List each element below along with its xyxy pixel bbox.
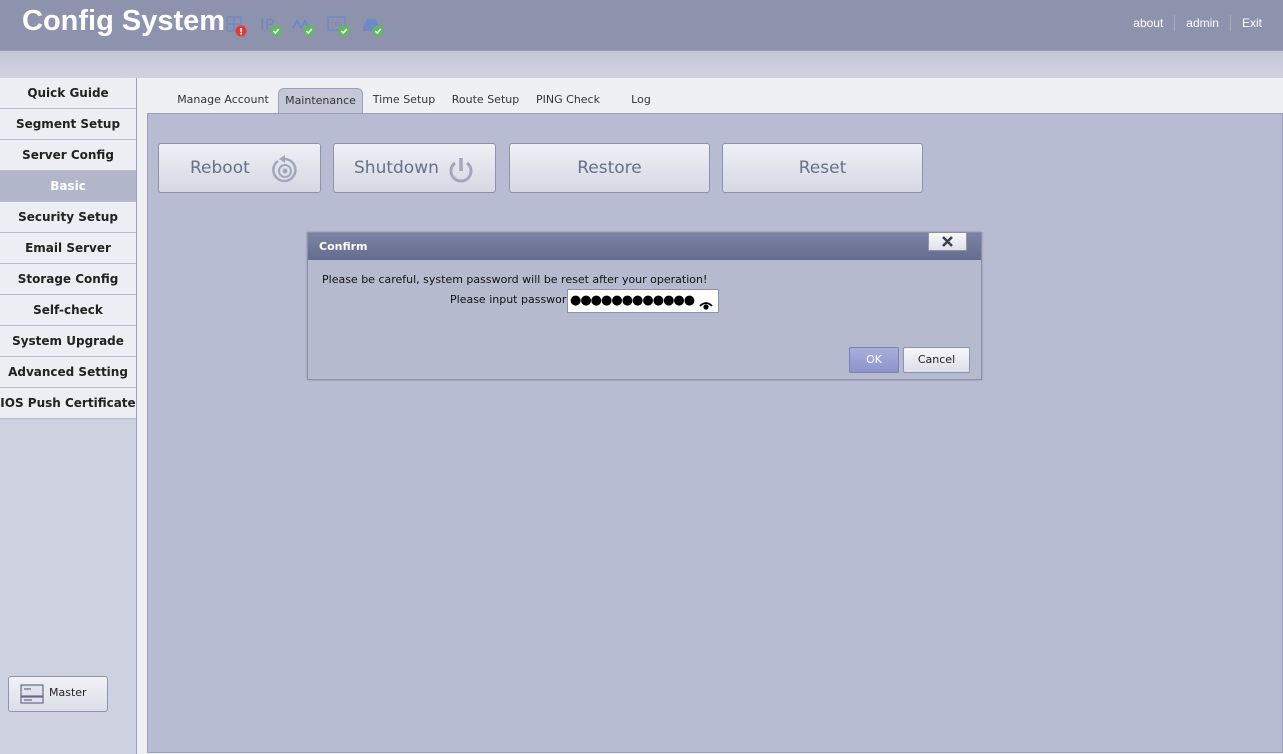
- dialog-close-button[interactable]: [928, 233, 967, 251]
- tab-route-setup[interactable]: Route Setup: [449, 88, 522, 112]
- power-icon: [446, 155, 476, 189]
- header-links: about admin Exit: [1122, 14, 1273, 32]
- master-button[interactable]: Master: [8, 676, 108, 712]
- maintenance-panel: Reboot Shutdown Restore Reset: [147, 113, 1283, 753]
- network-icon[interactable]: !: [224, 14, 250, 40]
- ok-button[interactable]: OK: [849, 347, 899, 373]
- close-icon: [942, 236, 953, 247]
- password-value: ●●●●●●●●●●●●: [570, 293, 695, 308]
- app-title: Config System: [22, 5, 226, 37]
- reboot-label: Reboot: [190, 158, 250, 178]
- sidebar: Quick Guide Segment Setup Server Config …: [0, 78, 137, 754]
- server-icon: [20, 684, 44, 708]
- sidebar-item-system-upgrade[interactable]: System Upgrade: [0, 326, 136, 357]
- about-link[interactable]: about: [1122, 16, 1174, 30]
- dialog-title: Confirm: [319, 240, 368, 253]
- reboot-icon: [270, 155, 300, 189]
- svg-text:!: !: [239, 28, 243, 38]
- wave-icon[interactable]: [292, 14, 318, 40]
- top-header: Config System ! IP CPU about admin Exit: [0, 0, 1283, 50]
- exit-link[interactable]: Exit: [1231, 16, 1273, 30]
- restore-button[interactable]: Restore: [509, 143, 710, 193]
- dialog-message: Please be careful, system password will …: [322, 273, 708, 286]
- sidebar-item-storage-config[interactable]: Storage Config: [0, 264, 136, 295]
- ip-icon[interactable]: IP: [259, 14, 285, 40]
- reboot-button[interactable]: Reboot: [158, 143, 321, 193]
- sidebar-item-email-server[interactable]: Email Server: [0, 233, 136, 264]
- tab-manage-account[interactable]: Manage Account: [174, 88, 272, 112]
- eye-icon[interactable]: [699, 296, 713, 315]
- dialog-title-bar: Confirm: [308, 233, 981, 260]
- tab-log[interactable]: Log: [626, 88, 656, 112]
- tab-maintenance[interactable]: Maintenance: [278, 88, 363, 113]
- restore-label: Restore: [577, 158, 642, 178]
- sidebar-item-quick-guide[interactable]: Quick Guide: [0, 78, 136, 109]
- shutdown-button[interactable]: Shutdown: [333, 143, 496, 193]
- password-label: Please input password:: [450, 293, 577, 306]
- sidebar-item-security-setup[interactable]: Security Setup: [0, 202, 136, 233]
- password-input[interactable]: ●●●●●●●●●●●●: [567, 289, 719, 313]
- sidebar-item-basic[interactable]: Basic: [0, 171, 136, 202]
- shutdown-label: Shutdown: [354, 158, 439, 178]
- sidebar-item-segment-setup[interactable]: Segment Setup: [0, 109, 136, 140]
- master-label: Master: [49, 686, 87, 699]
- sidebar-item-advanced-setting[interactable]: Advanced Setting: [0, 357, 136, 388]
- storage-icon[interactable]: [361, 14, 387, 40]
- tab-ping-check[interactable]: PING Check: [532, 88, 604, 112]
- sidebar-item-ios-push-certificate[interactable]: IOS Push Certificate: [0, 388, 136, 419]
- reset-button[interactable]: Reset: [722, 143, 923, 193]
- sub-bar: [0, 50, 1283, 78]
- cancel-button[interactable]: Cancel: [903, 347, 970, 373]
- sidebar-item-self-check[interactable]: Self-check: [0, 295, 136, 326]
- reset-label: Reset: [798, 158, 847, 178]
- user-link[interactable]: admin: [1175, 16, 1230, 30]
- sidebar-item-server-config[interactable]: Server Config: [0, 140, 136, 171]
- tab-time-setup[interactable]: Time Setup: [370, 88, 438, 112]
- confirm-dialog: Confirm Please be careful, system passwo…: [307, 232, 982, 380]
- cpu-icon[interactable]: CPU: [327, 14, 353, 40]
